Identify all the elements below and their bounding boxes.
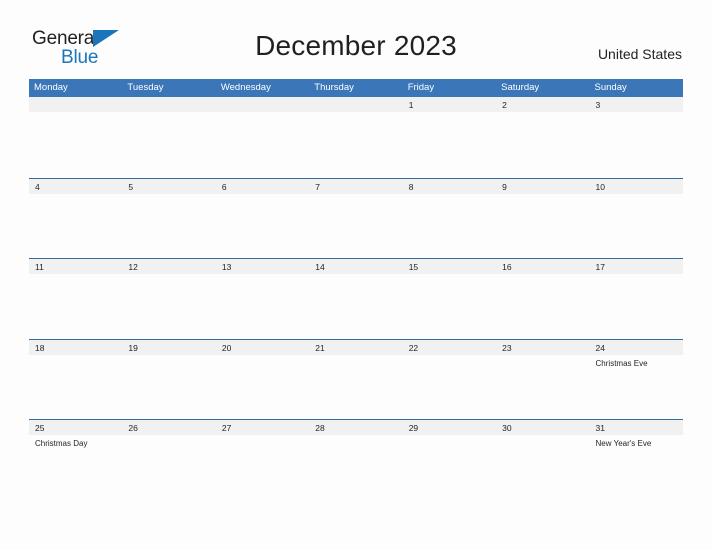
day-number[interactable]: 2: [496, 97, 589, 112]
day-event: [496, 435, 589, 499]
day-number[interactable]: 11: [29, 259, 122, 274]
day-number[interactable]: 5: [122, 179, 215, 194]
day-event: [403, 435, 496, 499]
weekday-header-friday: Friday: [407, 82, 435, 93]
day-event: [403, 274, 496, 338]
day-number[interactable]: 26: [122, 420, 215, 435]
day-number[interactable]: 8: [403, 179, 496, 194]
day-number[interactable]: 9: [496, 179, 589, 194]
day-number[interactable]: 18: [29, 340, 122, 355]
calendar-grid: Monday Tuesday Wednesday Thursday Friday…: [29, 79, 683, 500]
day-number[interactable]: 10: [590, 179, 683, 194]
calendar-page: General Blue December 2023 United States…: [0, 0, 712, 550]
day-event-band: Christmas Day New Year's Eve: [29, 435, 683, 499]
day-event: [29, 112, 122, 176]
weekday-header-wednesday: Wednesday: [220, 82, 271, 93]
day-number[interactable]: 3: [590, 97, 683, 112]
country-label: United States: [597, 46, 682, 62]
page-header: General Blue December 2023 United States: [0, 0, 712, 78]
day-number-band: 11 12 13 14 15 16 17: [29, 259, 683, 274]
day-number[interactable]: 12: [122, 259, 215, 274]
day-number[interactable]: 29: [403, 420, 496, 435]
day-number[interactable]: 27: [216, 420, 309, 435]
day-number[interactable]: 21: [309, 340, 402, 355]
day-event: [496, 274, 589, 338]
day-number[interactable]: 24: [590, 340, 683, 355]
day-number-band: 25 26 27 28 29 30 31: [29, 420, 683, 435]
day-event: [216, 274, 309, 338]
day-event: [496, 355, 589, 419]
day-number[interactable]: [122, 97, 215, 112]
day-event: [590, 274, 683, 338]
day-event: [216, 112, 309, 176]
day-event: [122, 355, 215, 419]
week-row: 18 19 20 21 22 23 24 Christmas Eve: [29, 338, 683, 420]
day-number[interactable]: 7: [309, 179, 402, 194]
day-event: [309, 194, 402, 258]
day-number[interactable]: 14: [309, 259, 402, 274]
day-event: [216, 194, 309, 258]
weekday-header-thursday: Thursday: [314, 82, 354, 93]
day-event: [590, 194, 683, 258]
day-event: [403, 112, 496, 176]
day-event: [122, 274, 215, 338]
day-event: [496, 194, 589, 258]
day-event: [496, 112, 589, 176]
day-number[interactable]: 17: [590, 259, 683, 274]
day-event: [403, 355, 496, 419]
day-number-band: 18 19 20 21 22 23 24: [29, 339, 683, 355]
day-number[interactable]: 20: [216, 340, 309, 355]
day-event: [122, 112, 215, 176]
day-number[interactable]: 15: [403, 259, 496, 274]
weekday-header-tuesday: Tuesday: [127, 82, 164, 93]
day-number[interactable]: 22: [403, 340, 496, 355]
day-event: [122, 194, 215, 258]
day-number-band: 4 5 6 7 8 9 10: [29, 178, 683, 194]
day-number[interactable]: 19: [122, 340, 215, 355]
day-event-band: [29, 112, 683, 176]
week-row: 25 26 27 28 29 30 31 Christmas Day New Y…: [29, 419, 683, 500]
day-event: Christmas Eve: [595, 358, 648, 368]
day-event: [590, 112, 683, 176]
week-row: 11 12 13 14 15 16 17: [29, 258, 683, 339]
day-event: [309, 112, 402, 176]
day-number[interactable]: 1: [403, 97, 496, 112]
day-number[interactable]: 4: [29, 179, 122, 194]
week-row: 1 2 3: [29, 97, 683, 178]
day-number[interactable]: [29, 97, 122, 112]
day-event: [309, 355, 402, 419]
day-event-band: [29, 194, 683, 258]
weekday-header-sunday: Sunday: [594, 82, 627, 93]
day-event: [29, 194, 122, 258]
day-number-band: 1 2 3: [29, 97, 683, 112]
day-event: [403, 194, 496, 258]
day-event: [216, 435, 309, 499]
day-event: [122, 435, 215, 499]
weekday-header-monday: Monday: [34, 82, 68, 93]
weekday-header-saturday: Saturday: [501, 82, 540, 93]
week-row: 4 5 6 7 8 9 10: [29, 177, 683, 259]
day-number[interactable]: [309, 97, 402, 112]
day-event: [309, 274, 402, 338]
day-number[interactable]: 16: [496, 259, 589, 274]
day-number[interactable]: 28: [309, 420, 402, 435]
day-number[interactable]: 13: [216, 259, 309, 274]
day-number[interactable]: 31: [590, 420, 683, 435]
day-event: [309, 435, 402, 499]
weekday-header-row: Monday Tuesday Wednesday Thursday Friday…: [29, 79, 683, 97]
day-number[interactable]: 6: [216, 179, 309, 194]
day-number[interactable]: [216, 97, 309, 112]
day-number[interactable]: 23: [496, 340, 589, 355]
day-event: [216, 355, 309, 419]
day-event-band: Christmas Eve: [29, 355, 683, 419]
day-event: [29, 355, 122, 419]
day-event: [29, 274, 122, 338]
day-event: Christmas Day: [35, 439, 88, 448]
day-number[interactable]: 30: [496, 420, 589, 435]
day-number[interactable]: 25: [29, 420, 122, 435]
day-event: New Year's Eve: [595, 439, 652, 448]
day-event-band: [29, 274, 683, 338]
